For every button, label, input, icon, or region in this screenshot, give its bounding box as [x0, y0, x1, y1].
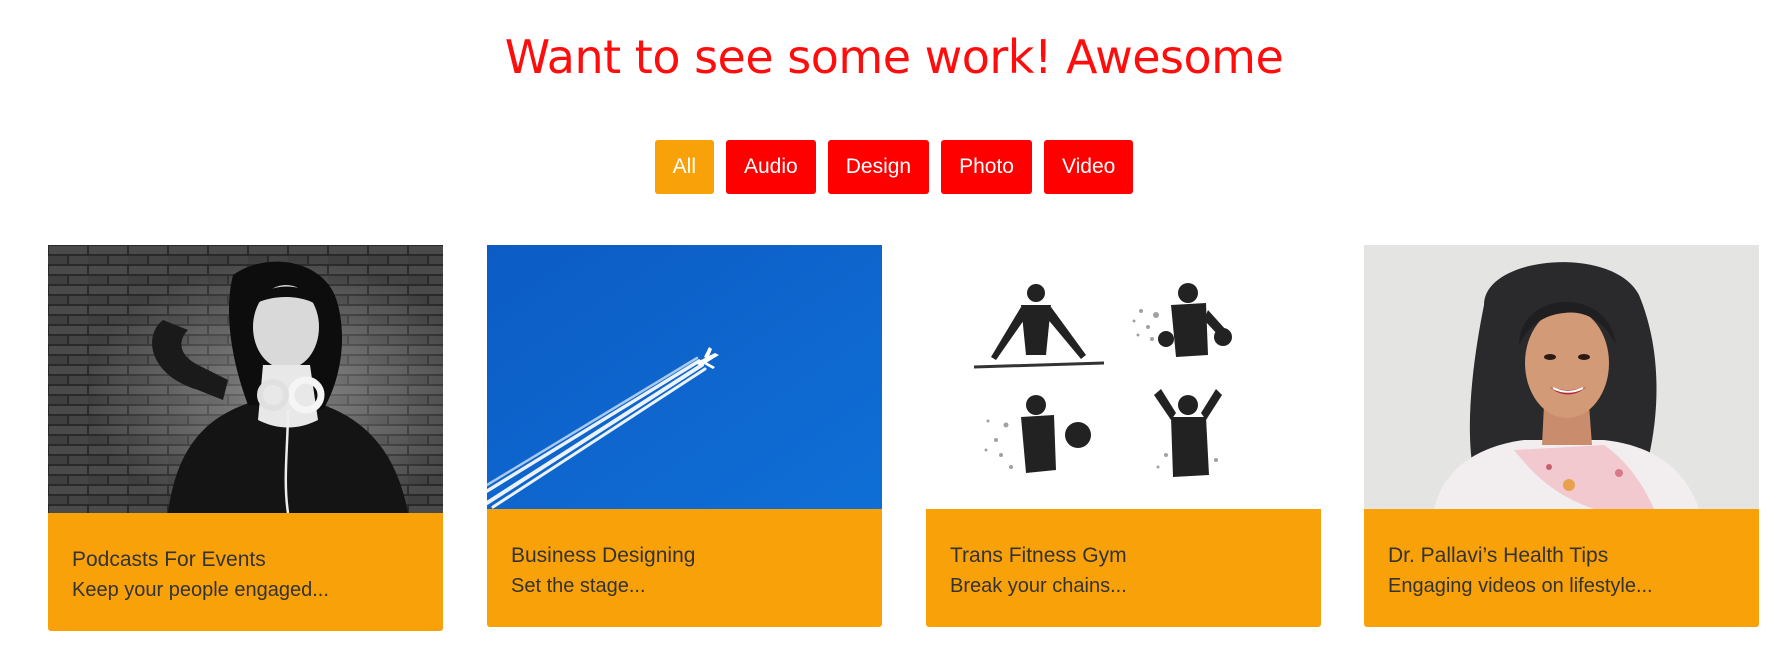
- section-heading: Want to see some work! Awesome: [504, 30, 1284, 84]
- card-title: Podcasts For Events: [72, 548, 266, 571]
- card-description: Engaging videos on lifestyle...: [1388, 575, 1653, 597]
- card-title: Business Designing: [511, 544, 696, 567]
- smiling-woman-portrait-photo: [1364, 245, 1759, 509]
- card-caption: Dr. Pallavi’s Health Tips Engaging video…: [1364, 509, 1759, 627]
- card-caption: Podcasts For Events Keep your people eng…: [48, 513, 443, 631]
- filter-all-button[interactable]: All: [654, 140, 714, 194]
- portfolio-card-business-designing[interactable]: Business Designing Set the stage...: [487, 245, 882, 627]
- card-title: Dr. Pallavi’s Health Tips: [1388, 544, 1609, 567]
- card-description: Set the stage...: [511, 575, 646, 597]
- card-title: Trans Fitness Gym: [950, 544, 1127, 567]
- card-description: Break your chains...: [950, 575, 1127, 597]
- fitness-silhouettes-illustration: [926, 245, 1321, 509]
- portfolio-filter-bar: All Audio Design Photo Video: [0, 140, 1788, 194]
- portfolio-card-trans-fitness-gym[interactable]: Trans Fitness Gym Break your chains...: [926, 245, 1321, 627]
- airplane-contrail-sky-photo: [487, 245, 882, 509]
- portfolio-card-health-tips[interactable]: Dr. Pallavi’s Health Tips Engaging video…: [1364, 245, 1759, 627]
- card-caption: Trans Fitness Gym Break your chains...: [926, 509, 1321, 627]
- card-caption: Business Designing Set the stage...: [487, 509, 882, 627]
- portfolio-card-podcasts[interactable]: Podcasts For Events Keep your people eng…: [48, 245, 443, 631]
- woman-with-headphones-photo: [48, 245, 443, 513]
- filter-photo-button[interactable]: Photo: [941, 140, 1032, 194]
- filter-video-button[interactable]: Video: [1043, 140, 1134, 194]
- card-description: Keep your people engaged...: [72, 579, 329, 601]
- filter-design-button[interactable]: Design: [827, 140, 930, 194]
- filter-audio-button[interactable]: Audio: [726, 140, 816, 194]
